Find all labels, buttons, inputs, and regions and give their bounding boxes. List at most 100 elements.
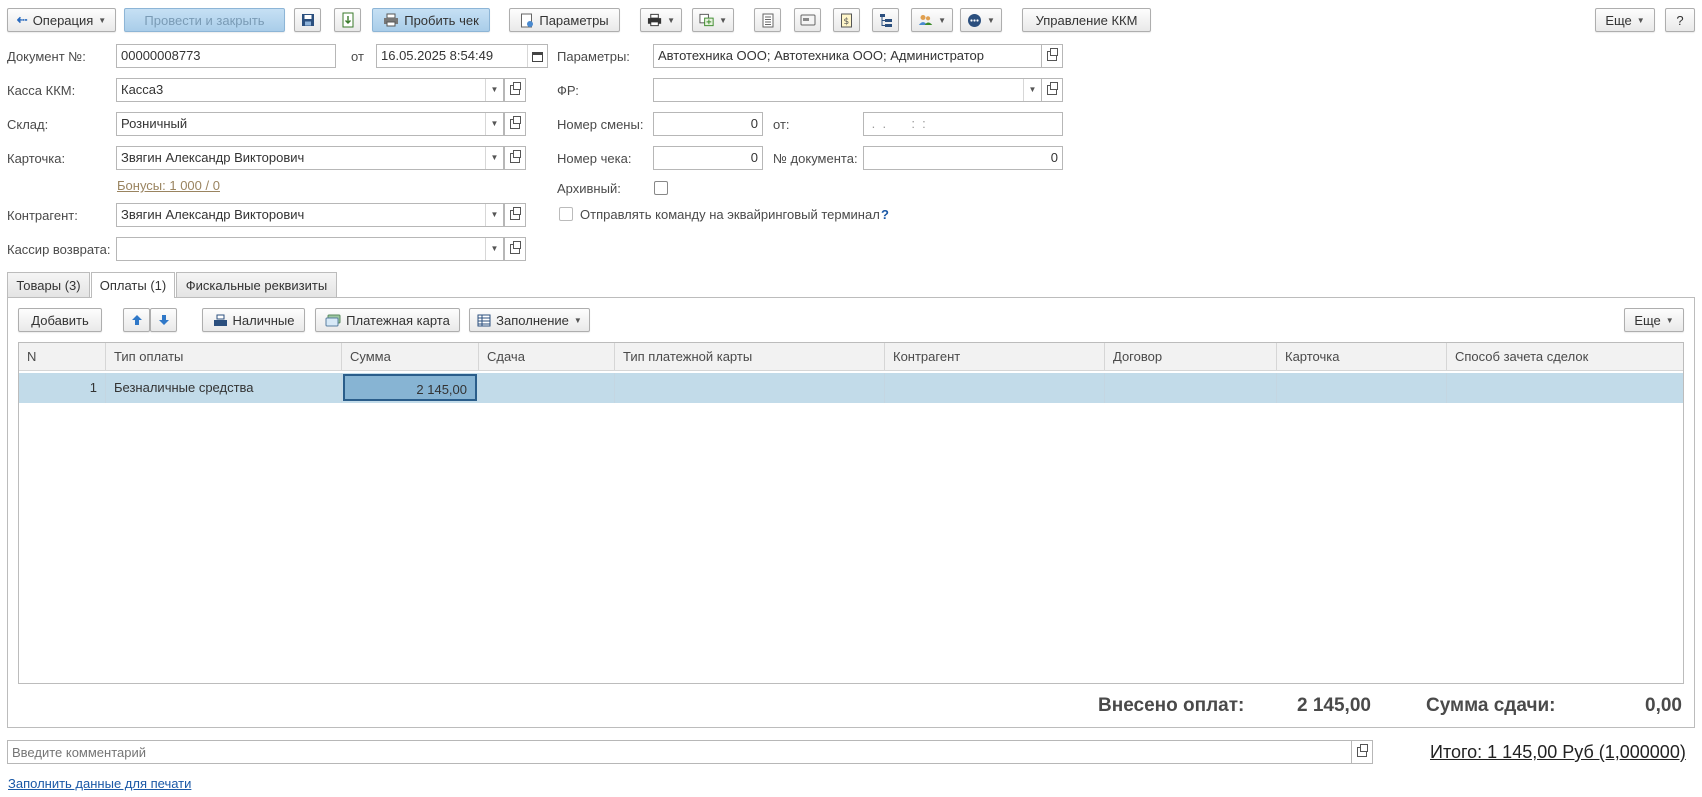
row-n-cell[interactable]: 1	[19, 373, 106, 403]
column-header-change[interactable]: Сдача	[479, 343, 615, 371]
kkm-management-button[interactable]: Управление ККМ	[1022, 8, 1151, 32]
more-actions-button[interactable]: ▼	[960, 8, 1002, 32]
cash-button[interactable]: Наличные	[202, 308, 305, 332]
cash-register-icon	[213, 314, 227, 326]
return-cashier-open-button[interactable]	[504, 237, 526, 261]
acquiring-checkbox[interactable]	[559, 207, 573, 221]
add-row-button[interactable]: Добавить	[18, 308, 102, 332]
printer-icon	[384, 13, 399, 27]
row-card-type-cell[interactable]	[615, 373, 885, 403]
tab-fiscal-details[interactable]: Фискальные реквизиты	[176, 272, 337, 297]
row-sum-cell[interactable]: 2 145,00	[343, 374, 477, 401]
check-number-field[interactable]: 0	[653, 146, 763, 170]
chevron-down-icon[interactable]: ▼	[485, 79, 503, 101]
column-header-settlement-method[interactable]: Способ зачета сделок	[1447, 343, 1683, 371]
card-open-button[interactable]	[504, 146, 526, 170]
card-field[interactable]: Звягин Александр Викторович ▼	[116, 146, 504, 170]
bonus-link[interactable]: Бонусы: 1 000 / 0	[117, 178, 220, 193]
parameters-open-button[interactable]	[1041, 44, 1063, 68]
kassa-open-button[interactable]	[504, 78, 526, 102]
document-num-field[interactable]: 0	[863, 146, 1063, 170]
arrow-up-icon	[131, 315, 142, 325]
row-card-cell[interactable]	[1277, 373, 1447, 403]
column-header-contract[interactable]: Договор	[1105, 343, 1277, 371]
chevron-down-icon: ▼	[938, 15, 946, 25]
svg-text:$: $	[844, 17, 850, 27]
grand-total-link[interactable]: Итого: 1 145,00 Руб (1,000000)	[1430, 742, 1686, 763]
row-contract-cell[interactable]	[1105, 373, 1277, 403]
users-icon	[918, 14, 933, 26]
tab-payments[interactable]: Оплаты (1)	[91, 272, 175, 298]
document-date-field[interactable]: 16.05.2025 8:54:49	[376, 44, 548, 68]
shift-number-field[interactable]: 0	[653, 112, 763, 136]
calendar-icon[interactable]	[527, 45, 547, 67]
contragent-open-button[interactable]	[504, 203, 526, 227]
print-check-button[interactable]: Пробить чек	[372, 8, 490, 32]
tab-goods[interactable]: Товары (3)	[7, 272, 90, 297]
payment-card-button[interactable]: Платежная карта	[315, 308, 460, 332]
fr-open-button[interactable]	[1041, 78, 1063, 102]
row-contragent-cell[interactable]	[885, 373, 1105, 403]
shift-from-field[interactable]: . . : :	[863, 112, 1063, 136]
kassa-kkm-field[interactable]: Касса3 ▼	[116, 78, 504, 102]
save-button[interactable]	[294, 8, 321, 32]
return-cashier-field[interactable]: ▼	[116, 237, 504, 261]
receipt-icon: $	[841, 13, 852, 27]
acquiring-help-icon[interactable]: ?	[881, 207, 889, 222]
chevron-down-icon[interactable]: ▼	[1023, 79, 1041, 101]
parameters-field[interactable]: Автотехника ООО; Автотехника ООО; Админи…	[653, 44, 1042, 68]
shift-number-label: Номер смены:	[557, 117, 644, 132]
row-settlement-method-cell[interactable]	[1447, 373, 1683, 403]
contragent-field[interactable]: Звягин Александр Викторович ▼	[116, 203, 504, 227]
comment-input[interactable]	[7, 740, 1352, 764]
sklad-open-button[interactable]	[504, 112, 526, 136]
journal-button[interactable]	[754, 8, 781, 32]
ellipsis-circle-icon	[968, 13, 982, 27]
return-cashier-label: Кассир возврата:	[7, 242, 111, 257]
column-header-sum[interactable]: Сумма	[342, 343, 479, 371]
kassa-kkm-label: Касса ККМ:	[7, 83, 76, 98]
post-and-close-button[interactable]: Провести и закрыть	[124, 8, 285, 32]
column-header-card[interactable]: Карточка	[1277, 343, 1447, 371]
move-up-button[interactable]	[123, 308, 150, 332]
users-button[interactable]: ▼	[911, 8, 953, 32]
card-payment-button[interactable]	[794, 8, 821, 32]
column-header-payment-type[interactable]: Тип оплаты	[106, 343, 342, 371]
post-button[interactable]	[334, 8, 361, 32]
archive-checkbox[interactable]	[654, 181, 668, 195]
parameters-button[interactable]: Параметры	[509, 8, 620, 32]
operation-button[interactable]: ⇠ Операция ▼	[7, 8, 116, 32]
move-down-button[interactable]	[150, 308, 177, 332]
document-number-field[interactable]: 00000008773	[116, 44, 336, 68]
document-number-label: Документ №:	[7, 49, 86, 64]
column-header-card-type[interactable]: Тип платежной карты	[615, 343, 885, 371]
sklad-field[interactable]: Розничный ▼	[116, 112, 504, 136]
help-button[interactable]: ?	[1665, 8, 1695, 32]
receipt-button[interactable]: $	[833, 8, 860, 32]
fr-field[interactable]: ▼	[653, 78, 1042, 102]
fill-button[interactable]: Заполнение ▼	[469, 308, 590, 332]
column-header-n[interactable]: N	[19, 343, 106, 371]
open-in-window-icon	[510, 82, 521, 95]
create-based-on-icon	[699, 13, 714, 27]
print-menu-button[interactable]: ▼	[640, 8, 682, 32]
row-change-cell[interactable]	[479, 373, 615, 403]
fill-print-data-link[interactable]: Заполнить данные для печати	[8, 776, 191, 791]
create-based-on-button[interactable]: ▼	[692, 8, 734, 32]
document-list-icon	[762, 13, 773, 27]
structure-button[interactable]	[872, 8, 899, 32]
more-menu-button[interactable]: Еще ▼	[1595, 8, 1655, 32]
chevron-down-icon[interactable]: ▼	[485, 238, 503, 260]
hierarchy-icon	[879, 13, 892, 27]
column-header-contragent[interactable]: Контрагент	[885, 343, 1105, 371]
open-in-window-icon	[510, 116, 521, 129]
change-total-label: Сумма сдачи:	[1426, 695, 1556, 716]
payment-card-icon	[325, 314, 341, 326]
comment-open-button[interactable]	[1351, 740, 1373, 764]
chevron-down-icon[interactable]: ▼	[485, 204, 503, 226]
table-more-button[interactable]: Еще ▼	[1624, 308, 1684, 332]
chevron-down-icon[interactable]: ▼	[485, 147, 503, 169]
chevron-down-icon[interactable]: ▼	[485, 113, 503, 135]
contragent-label: Контрагент:	[7, 208, 78, 223]
row-payment-type-cell[interactable]: Безналичные средства	[106, 373, 342, 403]
